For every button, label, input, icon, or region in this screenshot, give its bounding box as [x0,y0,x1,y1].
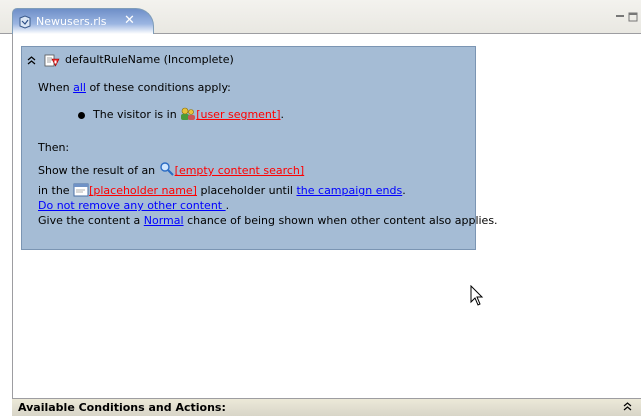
tab-label: Newusers.rls [36,15,107,28]
collapse-icon[interactable] [27,55,36,65]
condition-mode-link[interactable]: all [73,81,86,94]
when-suffix: of these conditions apply: [85,81,231,94]
condition-prefix: The visitor is in [93,108,181,121]
search-icon [159,162,174,176]
condition-suffix: . [280,108,285,121]
rule-header: defaultRuleName (Incomplete) [27,53,234,67]
chance-normal-link[interactable]: Normal [144,214,184,227]
action2-middle: placeholder until [196,184,297,197]
rule-icon [44,54,59,67]
rule-panel: defaultRuleName (Incomplete) When all of… [21,46,498,250]
condition-item: The visitor is in [user segment]. [78,107,284,121]
user-segment-icon [181,107,196,120]
placeholder-name-link[interactable]: [placeholder name] [89,184,197,197]
action2-prefix: in the [38,184,74,197]
rule-editor-area: defaultRuleName (Incomplete) When all of… [12,34,641,398]
action3-suffix: . [225,199,230,212]
panel-title: Available Conditions and Actions: [18,401,226,414]
remove-content-link[interactable]: Do not remove any other content [38,199,226,212]
minimize-icon[interactable] [615,12,625,22]
action2-suffix: . [402,184,406,197]
mouse-pointer-icon [470,285,484,306]
tab-newusers-rls[interactable]: Newusers.rls ✕ [12,8,154,34]
available-conditions-panel-header[interactable]: Available Conditions and Actions: [12,398,641,416]
placeholder-icon [73,183,89,197]
action4-prefix: Give the content a [38,214,144,227]
action1-prefix: Show the result of an [38,164,159,177]
rule-file-icon [19,15,31,29]
then-label: Then: [38,141,70,154]
when-prefix: When [38,81,74,94]
when-line: When all of these conditions apply: [38,81,231,94]
action-placeholder: in the [placeholder name] placeholder un… [38,183,406,197]
action-show-result: Show the result of an [empty content sea… [38,161,304,177]
action4-suffix: chance of being shown when other content… [183,214,498,227]
action-remove-content: Do not remove any other content . [38,199,229,212]
maximize-icon[interactable] [628,12,638,22]
rule-name: defaultRuleName (Incomplete) [65,53,234,66]
content-search-link[interactable]: [empty content search] [175,164,305,177]
expand-icon[interactable] [623,401,632,411]
action-chance: Give the content a Normal chance of bein… [38,214,498,227]
editor-tab-strip: Newusers.rls ✕ [0,0,641,34]
bullet-icon [78,111,85,119]
user-segment-link[interactable]: [user segment] [196,108,280,121]
campaign-ends-link[interactable]: the campaign ends [296,184,402,197]
close-icon[interactable]: ✕ [124,13,135,28]
